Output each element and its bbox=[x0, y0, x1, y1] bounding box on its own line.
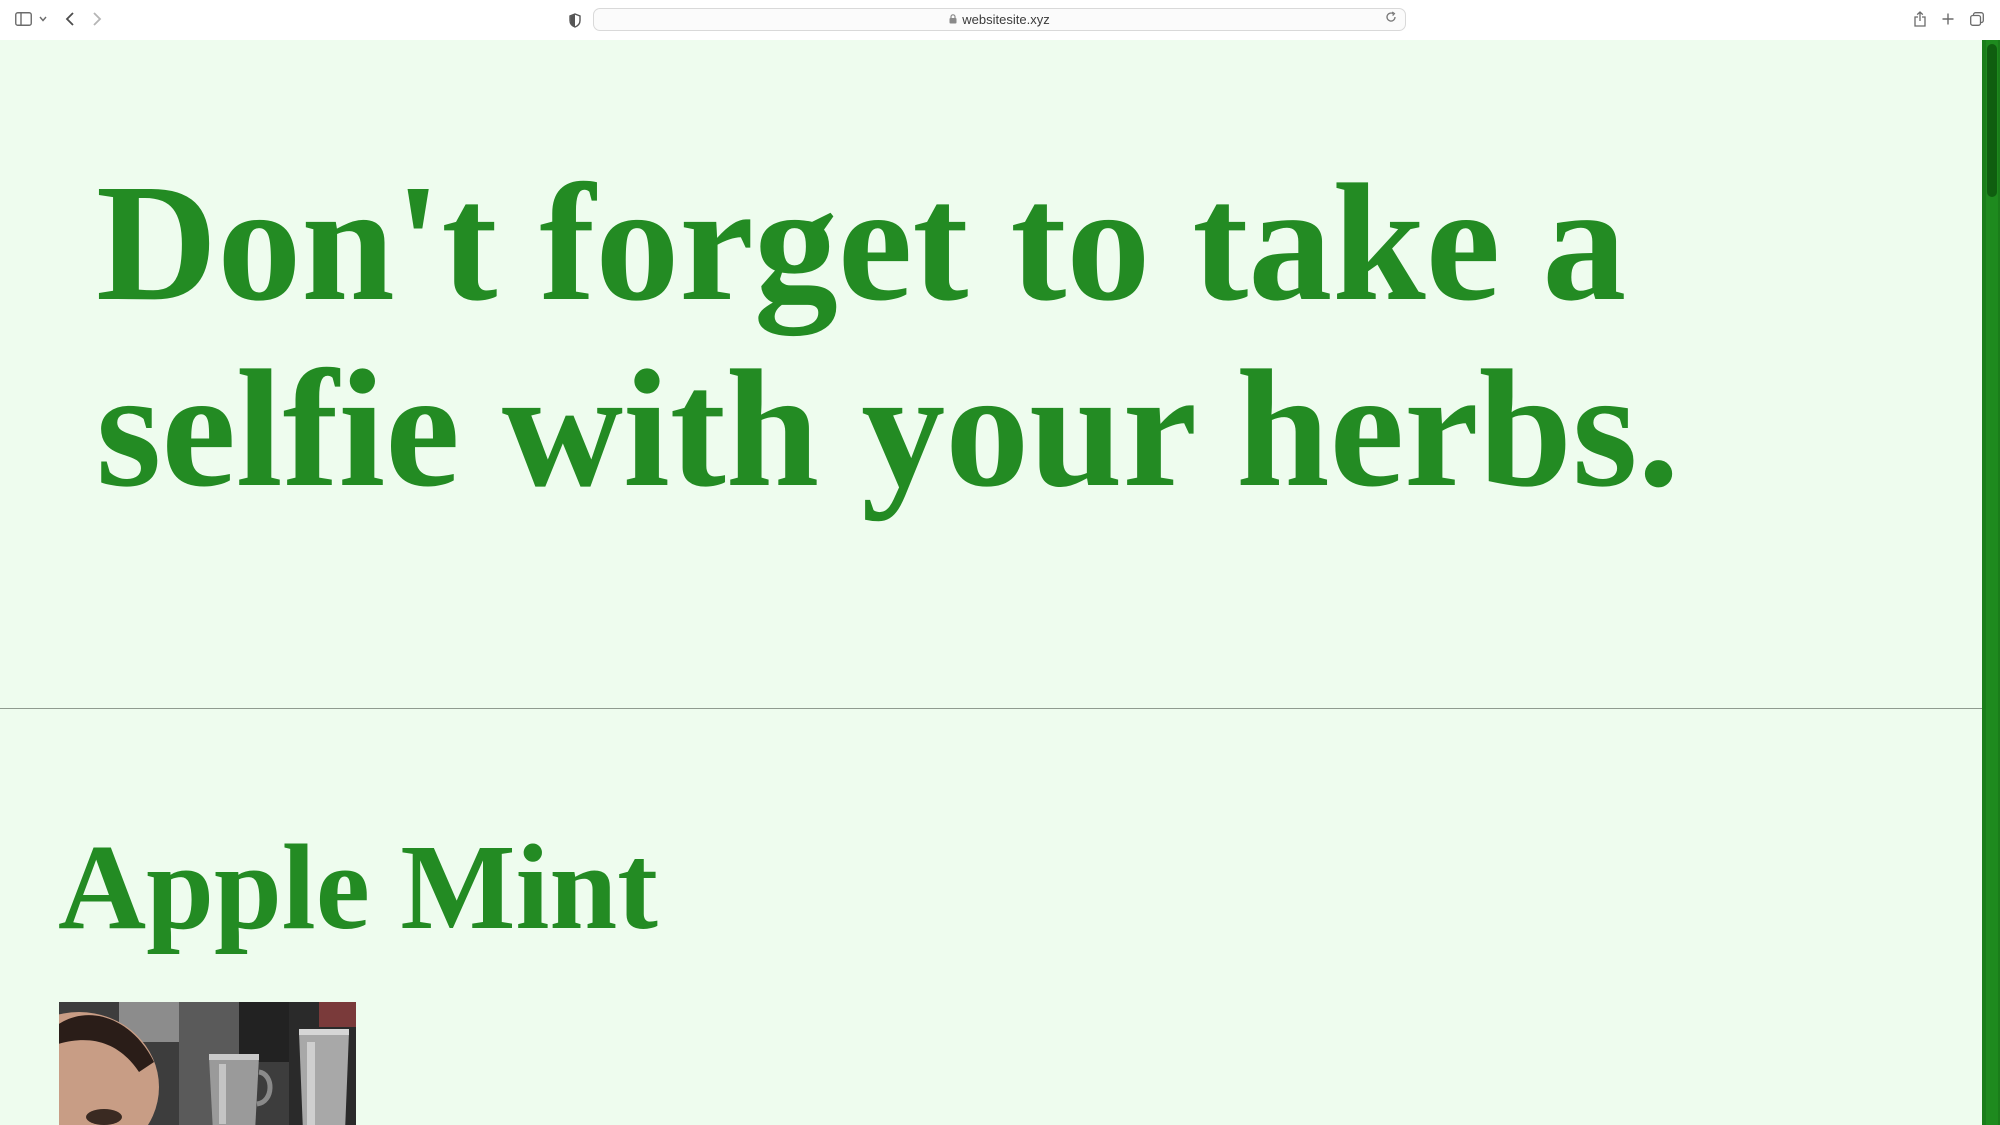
hero-title: Don't forget to take a selfie with your … bbox=[96, 150, 1680, 522]
chevron-left-icon[interactable] bbox=[62, 10, 78, 28]
tabs-overview-icon[interactable] bbox=[1969, 11, 1985, 27]
plus-icon[interactable] bbox=[1940, 11, 1956, 27]
chevron-down-icon[interactable] bbox=[38, 14, 48, 24]
section-divider bbox=[0, 708, 1982, 709]
herb-selfie-photo bbox=[59, 1002, 356, 1125]
lock-icon bbox=[949, 12, 957, 27]
url-text: websitesite.xyz bbox=[962, 12, 1050, 27]
browser-toolbar: websitesite.xyz bbox=[0, 0, 2000, 40]
scrollbar-track[interactable] bbox=[1986, 40, 1998, 1125]
share-icon[interactable] bbox=[1912, 9, 1928, 29]
chevron-right-icon[interactable] bbox=[89, 10, 105, 28]
sidebar-icon[interactable] bbox=[14, 11, 32, 27]
shield-icon[interactable] bbox=[567, 11, 583, 29]
reload-icon[interactable] bbox=[1385, 11, 1397, 26]
address-bar[interactable]: websitesite.xyz bbox=[593, 8, 1406, 31]
section-title: Apple Mint bbox=[58, 820, 658, 955]
scrollbar-thumb[interactable] bbox=[1987, 44, 1997, 197]
page-content: Don't forget to take a selfie with your … bbox=[0, 40, 1982, 1125]
